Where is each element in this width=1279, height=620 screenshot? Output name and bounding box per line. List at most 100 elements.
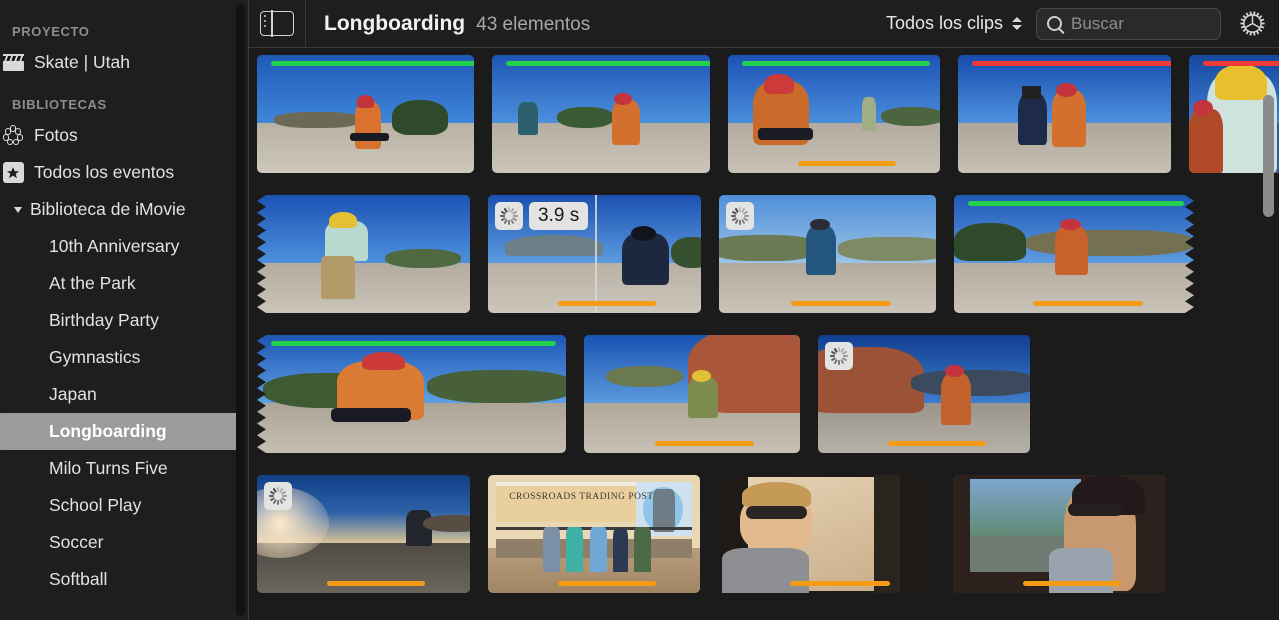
clip-thumbnail-group-crossroads-trading-post[interactable]: CROSSROADS TRADING POST	[488, 475, 700, 593]
sidebar-panel-icon	[260, 10, 294, 37]
clip-image	[954, 195, 1194, 313]
sidebar-item-label: Birthday Party	[49, 310, 159, 330]
sidebar-scrollbar[interactable]	[236, 4, 245, 616]
clip-filter-popup[interactable]: Todos los clips	[886, 13, 1022, 34]
clip-thumbnail-skater-red-helmet-hill[interactable]	[954, 195, 1194, 313]
clapperboard-icon	[0, 54, 26, 71]
sidebar-section-libraries: BIBLIOTECAS	[12, 97, 107, 112]
sidebar-item-label: Soccer	[49, 532, 104, 552]
clip-image	[958, 55, 1171, 173]
clip-thumbnail-skater-canyon-shadow[interactable]	[818, 335, 1030, 453]
sidebar-item-label: 10th Anniversary	[49, 236, 180, 256]
clip-image	[257, 195, 470, 313]
clip-image	[257, 55, 474, 173]
analyzing-spinner-icon	[495, 202, 523, 230]
sidebar-item-label: At the Park	[49, 273, 136, 293]
item-count: 43 elementos	[476, 13, 591, 35]
used-media-indicator	[558, 301, 656, 306]
clip-image	[584, 335, 800, 453]
sidebar-item-at-the-park[interactable]: At the Park	[0, 265, 249, 302]
rejected-marker[interactable]	[972, 61, 1171, 66]
sidebar-toggle-button[interactable]	[249, 0, 305, 48]
clip-thumbnail-skater-red-rocks-curve[interactable]	[584, 335, 800, 453]
duration-badge: 3.9 s	[529, 202, 589, 230]
sidebar-item-label: Japan	[49, 384, 97, 404]
sidebar-item-10th-anniversary[interactable]: 10th Anniversary	[0, 228, 249, 265]
clip-thumbnail-skater-crouch-yellow-helmet[interactable]	[728, 55, 940, 173]
sidebar: PROYECTO Skate | Utah BIBLIOTECAS Fotos …	[0, 0, 249, 620]
clip-thumbnail-skater-ridge-overlook[interactable]	[719, 195, 936, 313]
sidebar-item-label: Fotos	[34, 125, 78, 145]
sidebar-item-label: Biblioteca de iMovie	[30, 199, 186, 219]
clip-image	[953, 475, 1166, 593]
clip-thumbnail-skater-sunset-flare-road[interactable]	[257, 475, 470, 593]
clip-thumbnail-passenger-laughing-van[interactable]	[718, 475, 935, 593]
clip-thumbnail-skater-dark-shirt-split[interactable]: 3.9 s	[488, 195, 701, 313]
sidebar-item-project-skate-utah[interactable]: Skate | Utah	[0, 44, 249, 81]
sidebar-item-milo-turns-five[interactable]: Milo Turns Five	[0, 450, 249, 487]
clip-image: CROSSROADS TRADING POST	[488, 475, 700, 593]
clip-row	[257, 335, 1030, 453]
clip-thumbnail-skater-mint-shirt-carve[interactable]	[257, 195, 470, 313]
sidebar-item-school-play[interactable]: School Play	[0, 487, 249, 524]
analyzing-spinner-icon	[825, 342, 853, 370]
used-media-indicator	[655, 441, 754, 446]
used-media-indicator	[888, 441, 986, 446]
search-icon	[1047, 16, 1062, 31]
sidebar-item-softball[interactable]: Softball	[0, 561, 249, 598]
search-field[interactable]	[1036, 7, 1221, 40]
clip-image	[257, 335, 566, 453]
sidebar-item-todos-los-eventos[interactable]: Todos los eventos	[0, 154, 249, 191]
sidebar-item-label: Longboarding	[49, 421, 167, 441]
clip-thumbnail-passenger-woman-van[interactable]	[953, 475, 1166, 593]
rejected-marker[interactable]	[1203, 61, 1279, 66]
sidebar-item-soccer[interactable]: Soccer	[0, 524, 249, 561]
clip-thumbnail-two-skaters-downhill[interactable]	[958, 55, 1171, 173]
sidebar-item-label: Softball	[49, 569, 108, 589]
favorite-marker[interactable]	[742, 61, 930, 66]
sidebar-section-project: PROYECTO	[12, 24, 90, 39]
clip-filter-label: Todos los clips	[885, 13, 1003, 33]
sidebar-item-label: Skate | Utah	[34, 52, 130, 72]
clip-browser[interactable]: 3.9 s CROSSROADS TRADING POST	[249, 49, 1279, 620]
used-media-indicator	[791, 301, 891, 306]
page-title: Longboarding	[324, 11, 466, 35]
sidebar-item-longboarding[interactable]: Longboarding	[0, 413, 237, 450]
sidebar-item-birthday-party[interactable]: Birthday Party	[0, 302, 249, 339]
clip-image	[492, 55, 710, 173]
sidebar-item-japan[interactable]: Japan	[0, 376, 249, 413]
sign-text: CROSSROADS TRADING POST	[509, 491, 654, 502]
disclosure-triangle-icon[interactable]	[14, 206, 22, 213]
clip-row: CROSSROADS TRADING POST	[257, 475, 1166, 593]
toolbar-right-group: Todos los clips	[886, 7, 1279, 41]
photos-flower-icon	[0, 125, 26, 146]
browser-header: Longboarding 43 elementos	[306, 12, 590, 36]
favorite-marker[interactable]	[271, 61, 474, 66]
clip-row: 3.9 s	[257, 195, 1194, 313]
clip-thumbnail-skater-orange-shirt-approach[interactable]	[257, 55, 474, 173]
sidebar-item-label: Gymnastics	[49, 347, 141, 367]
sidebar-item-label: Todos los eventos	[34, 162, 175, 182]
sidebar-item-gymnastics[interactable]: Gymnastics	[0, 339, 249, 376]
settings-button[interactable]	[1235, 7, 1269, 41]
used-media-indicator	[790, 581, 890, 586]
browser-vertical-scrollbar[interactable]	[1263, 95, 1274, 217]
main-area: Longboarding 43 elementos Todos los clip…	[249, 0, 1279, 620]
clip-split-line	[595, 195, 597, 313]
analyzing-spinner-icon	[264, 482, 292, 510]
clip-thumbnail-skater-crouch-green-hills[interactable]	[257, 335, 566, 453]
search-input[interactable]	[1071, 13, 1210, 34]
used-media-indicator	[558, 581, 656, 586]
chevron-updown-icon	[1012, 17, 1022, 30]
favorite-marker[interactable]	[271, 341, 556, 346]
star-badge-icon	[0, 162, 26, 183]
used-media-indicator	[1033, 301, 1143, 306]
sidebar-item-label: Milo Turns Five	[49, 458, 168, 478]
favorite-marker[interactable]	[506, 61, 710, 66]
gear-icon	[1239, 11, 1265, 36]
sidebar-item-label: School Play	[49, 495, 142, 515]
sidebar-item-biblioteca-de-imovie[interactable]: Biblioteca de iMovie	[0, 191, 249, 228]
clip-thumbnail-skater-two-riders-road[interactable]	[492, 55, 710, 173]
favorite-marker[interactable]	[968, 201, 1184, 206]
sidebar-item-fotos[interactable]: Fotos	[0, 117, 249, 154]
